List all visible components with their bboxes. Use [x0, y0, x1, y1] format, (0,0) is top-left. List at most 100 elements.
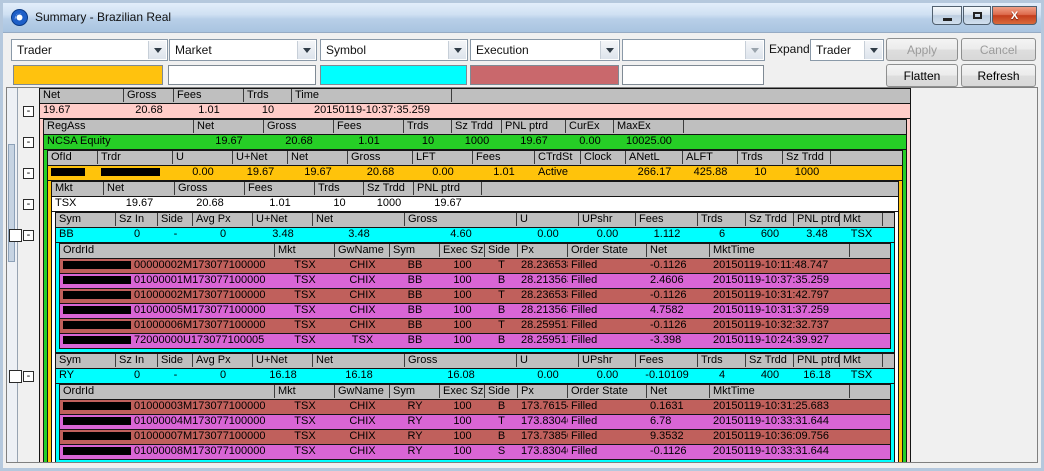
order-row[interactable]: 01000001M173077100000TSXCHIXBB100B28.213… — [60, 274, 890, 289]
column-header[interactable]: Order State — [568, 244, 647, 257]
column-header[interactable]: Fees — [636, 354, 698, 367]
chevron-down-icon[interactable] — [600, 41, 618, 59]
column-header[interactable]: Sym — [390, 244, 440, 257]
column-header[interactable]: Sz Trdd — [452, 120, 502, 133]
column-header[interactable]: GwName — [335, 244, 390, 257]
column-header[interactable]: Mkt — [52, 182, 104, 195]
column-header[interactable]: Px — [518, 244, 568, 257]
column-header[interactable]: Order State — [568, 385, 647, 398]
column-header[interactable]: Px — [518, 385, 568, 398]
collapse-button[interactable]: - — [23, 137, 34, 148]
trader-row[interactable]: 0.0019.6719.6720.680.001.01Active266.174… — [48, 166, 902, 181]
column-header[interactable]: Fees — [473, 151, 535, 164]
column-header[interactable]: U+Net — [233, 151, 288, 164]
column-header[interactable]: U+Net — [253, 213, 313, 226]
refresh-button[interactable]: Refresh — [961, 64, 1036, 87]
column-header[interactable]: CurEx — [566, 120, 614, 133]
column-header[interactable]: OfId — [48, 151, 98, 164]
column-header[interactable]: Sym — [390, 385, 440, 398]
column-header[interactable]: Side — [158, 354, 193, 367]
column-header[interactable]: Side — [485, 244, 518, 257]
column-header[interactable]: Sz Trdd — [783, 151, 831, 164]
collapse-button[interactable]: - — [23, 106, 34, 117]
column-header[interactable]: Gross — [405, 354, 517, 367]
collapse-button[interactable]: - — [23, 168, 34, 179]
close-button[interactable]: X — [992, 6, 1037, 25]
order-row[interactable]: 01000002M173077100000TSXCHIXBB100T28.236… — [60, 289, 890, 304]
order-row[interactable]: 01000004M173077100000TSXCHIXRY100T173.83… — [60, 415, 890, 430]
column-header[interactable]: Sz Trdd — [364, 182, 414, 195]
column-header[interactable]: Net — [40, 89, 124, 102]
column-header[interactable]: Side — [158, 213, 193, 226]
column-header[interactable]: PNL ptrd — [502, 120, 566, 133]
order-row[interactable]: 72000000U173077100005TSXTSXBB100B28.2595… — [60, 334, 890, 348]
column-header[interactable]: Mkt — [275, 244, 335, 257]
regass-row[interactable]: NCSA Equity19.6720.681.0110100019.670.00… — [44, 135, 906, 150]
select-checkbox[interactable] — [9, 229, 22, 242]
column-header[interactable]: GwName — [335, 385, 390, 398]
column-header[interactable]: Sz Trdd — [746, 354, 794, 367]
scrollbar-thumb[interactable] — [8, 144, 15, 262]
column-header[interactable]: Net — [194, 120, 264, 133]
order-row[interactable]: 01000003M173077100000TSXCHIXRY100B173.76… — [60, 400, 890, 415]
market-combo[interactable]: Market — [169, 39, 317, 61]
execution-combo[interactable]: Execution — [470, 39, 620, 61]
column-header[interactable]: Gross — [405, 213, 517, 226]
column-header[interactable]: CTrdSt — [535, 151, 581, 164]
chevron-down-icon[interactable] — [448, 41, 466, 59]
summary-row[interactable]: 19.6720.681.011020150119-10:37:35.259 — [40, 104, 910, 119]
order-row[interactable]: 01000007M173077100000TSXCHIXRY100B173.73… — [60, 430, 890, 445]
cancel-button[interactable]: Cancel — [961, 38, 1036, 61]
column-header[interactable]: MktTime — [710, 244, 850, 257]
select-checkbox[interactable] — [9, 370, 22, 383]
column-header[interactable]: Sym — [56, 354, 116, 367]
column-header[interactable]: OrdrId — [60, 385, 275, 398]
column-header[interactable]: Clock — [581, 151, 626, 164]
column-header[interactable]: Mkt — [840, 213, 883, 226]
column-header[interactable]: Fees — [636, 213, 698, 226]
collapse-button[interactable]: - — [23, 230, 34, 241]
column-header[interactable]: Trds — [738, 151, 783, 164]
column-header[interactable]: UPshr — [579, 213, 636, 226]
symbol-row[interactable]: BB0-03.483.484.600.000.001.11266003.48TS… — [56, 228, 894, 243]
column-header[interactable]: RegAss — [44, 120, 194, 133]
execution-color-field[interactable] — [470, 65, 619, 85]
column-header[interactable]: Mkt — [840, 354, 883, 367]
column-header[interactable]: Sz In — [116, 213, 158, 226]
maximize-button[interactable] — [963, 6, 991, 25]
column-header[interactable]: U — [517, 213, 579, 226]
column-header[interactable]: Net — [288, 151, 348, 164]
chevron-down-icon[interactable] — [148, 41, 166, 59]
column-header[interactable]: Gross — [175, 182, 245, 195]
column-header[interactable]: Time — [292, 89, 452, 102]
column-header[interactable]: PNL ptrd — [794, 213, 840, 226]
minimize-button[interactable] — [932, 6, 962, 25]
column-header[interactable]: OrdrId — [60, 244, 275, 257]
column-header[interactable]: Trds — [698, 213, 746, 226]
chevron-down-icon[interactable] — [864, 41, 882, 59]
column-header[interactable]: Fees — [174, 89, 244, 102]
column-header[interactable]: U — [173, 151, 233, 164]
collapse-button[interactable]: - — [23, 371, 34, 382]
column-header[interactable]: LFT — [413, 151, 473, 164]
column-header[interactable]: MktTime — [710, 385, 850, 398]
column-header[interactable]: Fees — [245, 182, 315, 195]
column-header[interactable]: MaxEx — [614, 120, 684, 133]
extra-color-field[interactable] — [622, 65, 764, 85]
column-header[interactable]: U — [517, 354, 579, 367]
order-row[interactable]: 01000006M173077100000TSXCHIXBB100T28.259… — [60, 319, 890, 334]
column-header[interactable]: Avg Px — [193, 354, 253, 367]
column-header[interactable]: Net — [313, 213, 405, 226]
trader-color-field[interactable] — [13, 65, 163, 85]
apply-button[interactable]: Apply — [886, 38, 958, 61]
symbol-combo[interactable]: Symbol — [320, 39, 468, 61]
flatten-button[interactable]: Flatten — [886, 64, 958, 87]
column-header[interactable]: Gross — [124, 89, 174, 102]
column-header[interactable]: Mkt — [275, 385, 335, 398]
symbol-row[interactable]: RY0-016.1816.1816.080.000.00-0.101094400… — [56, 369, 894, 384]
column-header[interactable]: U+Net — [253, 354, 313, 367]
column-header[interactable]: Gross — [348, 151, 413, 164]
column-header[interactable]: PNL ptrd — [794, 354, 840, 367]
column-header[interactable]: Trds — [244, 89, 292, 102]
column-header[interactable]: Trds — [315, 182, 364, 195]
